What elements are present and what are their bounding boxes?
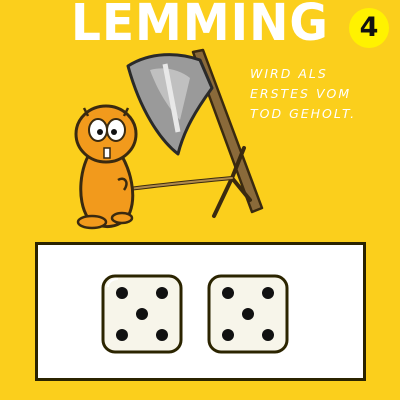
die-five-icon	[101, 274, 183, 354]
dice-panel	[35, 242, 366, 381]
lemming-character-icon	[74, 104, 138, 230]
die-five-icon	[207, 274, 289, 354]
game-card: LEMMING 4 WIRD ALS ERSTES VOM TOD GEHOLT…	[0, 0, 400, 400]
card-number-badge: 4	[349, 8, 389, 48]
lemming-axe-illustration	[74, 48, 264, 230]
